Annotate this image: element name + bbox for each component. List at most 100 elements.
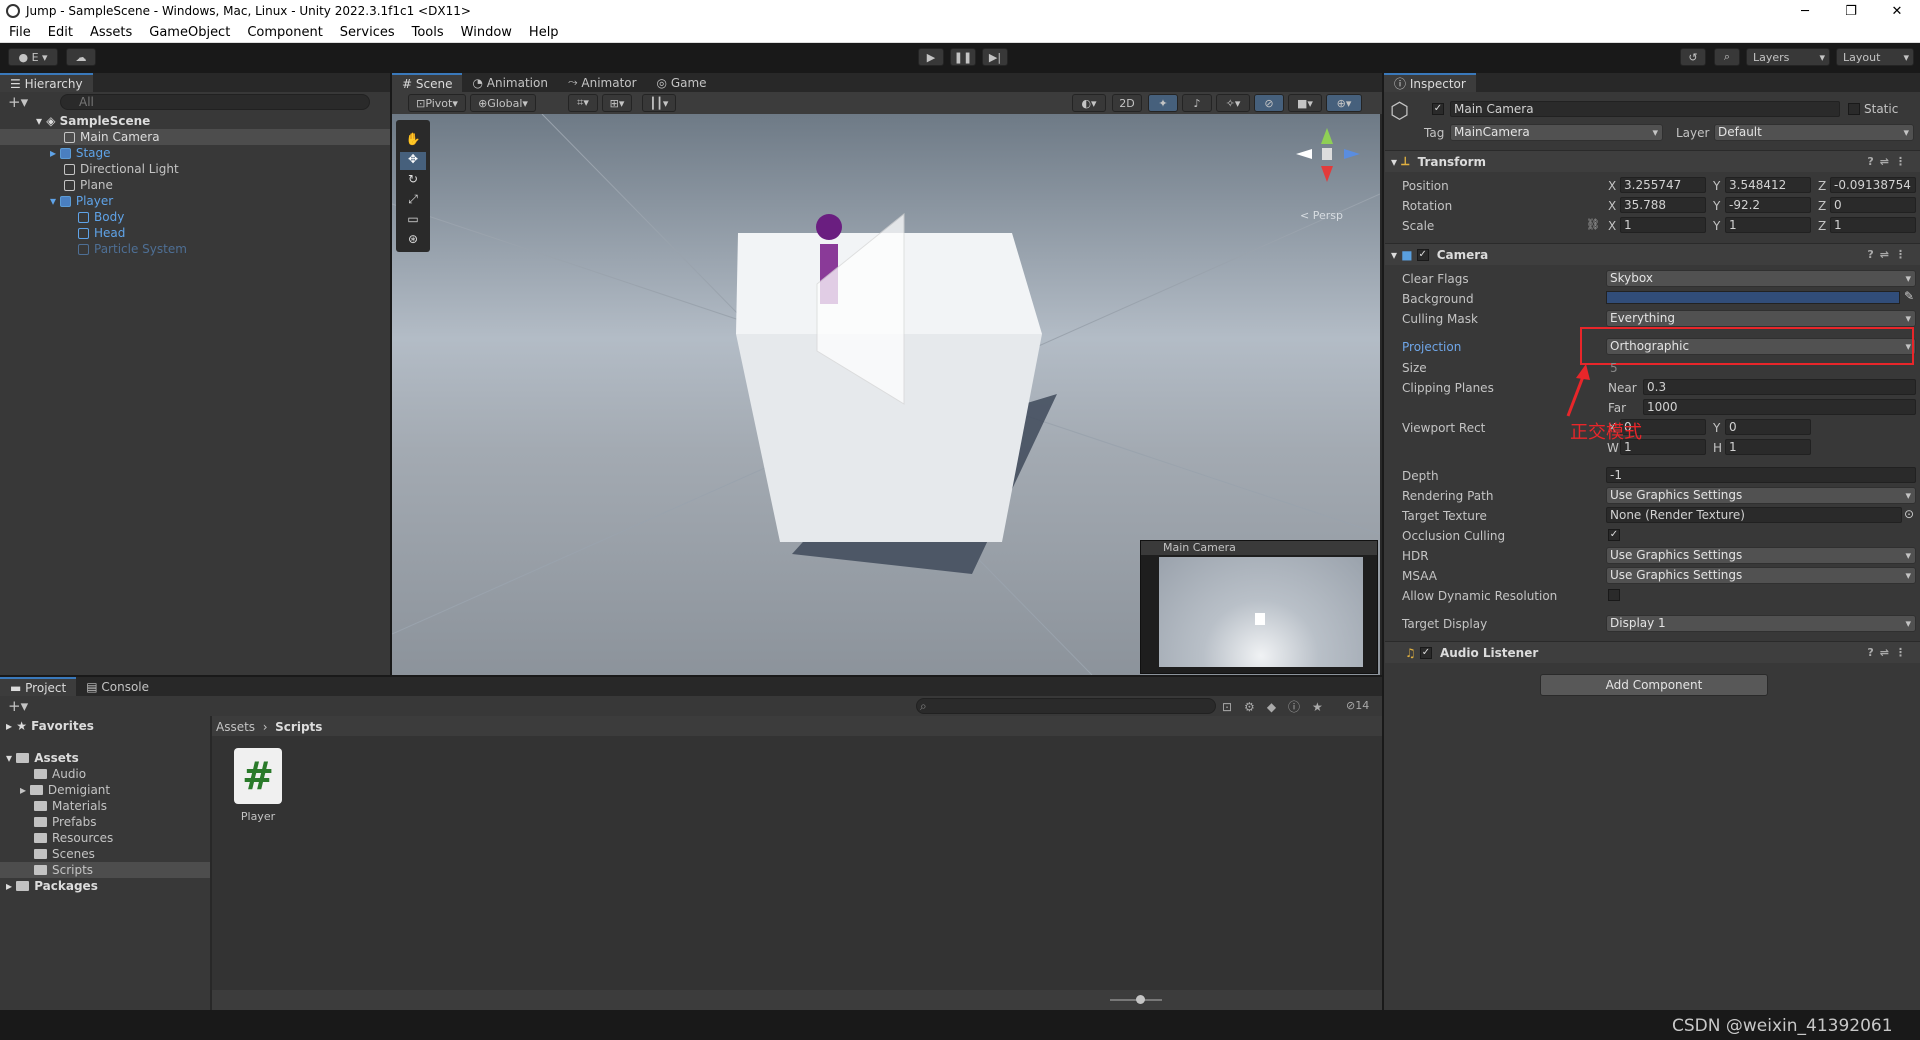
audio-listener-header[interactable]: ♫ ✓ Audio Listener ?⇌⋮ bbox=[1385, 641, 1920, 663]
packages-root[interactable]: ▸ Packages bbox=[6, 878, 98, 894]
scale-y-field[interactable]: 1 bbox=[1725, 217, 1811, 233]
add-icon[interactable]: +▾ bbox=[8, 93, 28, 111]
folder-demigiant[interactable]: ▸ Demigiant bbox=[20, 782, 110, 798]
link-icon[interactable]: ⛓ bbox=[1586, 218, 1600, 231]
menu-gameobject[interactable]: GameObject bbox=[140, 25, 238, 40]
file-label-player[interactable]: Player bbox=[228, 810, 288, 823]
add-component-button[interactable]: Add Component bbox=[1540, 674, 1768, 696]
snap-increment-button[interactable]: ⊞▾ bbox=[602, 94, 632, 112]
search-button[interactable]: ⌕ bbox=[1714, 48, 1740, 66]
hierarchy-search-input[interactable]: All bbox=[60, 94, 370, 110]
scale-tool-icon[interactable]: ⤢ bbox=[400, 192, 426, 210]
rendering-path-dropdown[interactable]: Use Graphics Settings bbox=[1606, 487, 1916, 504]
pause-button[interactable]: ❚❚ bbox=[950, 48, 976, 66]
play-button[interactable]: ▶ bbox=[918, 48, 944, 66]
scene-root[interactable]: ▾ ◈ SampleScene bbox=[36, 113, 150, 129]
menu-file[interactable]: File bbox=[0, 25, 39, 40]
static-checkbox[interactable] bbox=[1848, 103, 1860, 115]
ruler-button[interactable]: ┃┃▾ bbox=[642, 94, 676, 112]
folder-scripts[interactable]: Scripts bbox=[0, 862, 210, 878]
visibility-toggle[interactable]: ⊘ bbox=[1254, 94, 1284, 112]
active-checkbox[interactable]: ✓ bbox=[1432, 103, 1444, 115]
hierarchy-item-plane[interactable]: Plane bbox=[64, 177, 113, 193]
audio-toggle[interactable]: ♪ bbox=[1182, 94, 1212, 112]
pivot-dropdown[interactable]: ⊡ Pivot ▾ bbox=[408, 94, 466, 112]
tab-scene[interactable]: # Scene bbox=[392, 73, 463, 92]
breadcrumb-scripts[interactable]: Scripts bbox=[275, 720, 322, 734]
perspective-label[interactable]: < Persp bbox=[1300, 209, 1343, 222]
draw-mode-button[interactable]: ◐▾ bbox=[1072, 94, 1106, 112]
menu-window[interactable]: Window bbox=[452, 25, 520, 40]
hierarchy-item-main-camera[interactable]: Main Camera bbox=[0, 129, 390, 145]
eyedropper-icon[interactable]: ✎ bbox=[1904, 289, 1914, 303]
folder-audio[interactable]: Audio bbox=[34, 766, 86, 782]
menu-tools[interactable]: Tools bbox=[403, 25, 452, 40]
menu-component[interactable]: Component bbox=[238, 25, 330, 40]
hierarchy-item-stage[interactable]: ▸ Stage bbox=[50, 145, 111, 161]
hierarchy-item-body[interactable]: Body bbox=[78, 209, 124, 225]
layout-dropdown[interactable]: Layout ▾ bbox=[1836, 48, 1914, 66]
lighting-toggle[interactable]: ✦ bbox=[1148, 94, 1178, 112]
camera-enabled-checkbox[interactable]: ✓ bbox=[1416, 248, 1429, 261]
menu-edit[interactable]: Edit bbox=[39, 25, 81, 40]
tab-inspector[interactable]: ⓘ Inspector bbox=[1384, 73, 1476, 92]
project-search-input[interactable]: ⌕ bbox=[916, 698, 1216, 714]
background-color-swatch[interactable] bbox=[1606, 291, 1900, 304]
position-y-field[interactable]: 3.548412 bbox=[1725, 177, 1811, 193]
hierarchy-item-directional-light[interactable]: Directional Light bbox=[64, 161, 179, 177]
hand-tool-icon[interactable]: ✋ bbox=[400, 132, 426, 150]
depth-field[interactable]: -1 bbox=[1606, 467, 1916, 483]
layer-dropdown[interactable]: Default bbox=[1714, 124, 1914, 141]
tab-hierarchy[interactable]: ☰ Hierarchy bbox=[0, 73, 93, 92]
rotate-tool-icon[interactable]: ↻ bbox=[400, 172, 426, 190]
scale-z-field[interactable]: 1 bbox=[1830, 217, 1916, 233]
transform-header[interactable]: ▾ ⟂ Transform ?⇌⋮ bbox=[1385, 150, 1920, 172]
camera-settings-dropdown[interactable]: ■▾ bbox=[1288, 94, 1322, 112]
effects-dropdown[interactable]: ✧▾ bbox=[1216, 94, 1250, 112]
camera-header[interactable]: ▾ ■ ✓ Camera ?⇌⋮ bbox=[1385, 243, 1920, 265]
minimize-button[interactable]: ─ bbox=[1782, 0, 1828, 22]
2d-toggle[interactable]: 2D bbox=[1112, 94, 1142, 112]
gizmos-dropdown[interactable]: ⊕▾ bbox=[1326, 94, 1362, 112]
global-dropdown[interactable]: ⊕ Global ▾ bbox=[470, 94, 536, 112]
near-field[interactable]: 0.3 bbox=[1643, 379, 1916, 395]
layers-dropdown[interactable]: Layers ▾ bbox=[1746, 48, 1830, 66]
tag-dropdown[interactable]: MainCamera bbox=[1450, 124, 1663, 141]
hidden-count[interactable]: ⊘14 bbox=[1346, 699, 1369, 712]
tab-console[interactable]: ▤ Console bbox=[76, 677, 160, 696]
component-menu-icons[interactable]: ?⇌⋮ bbox=[1867, 248, 1912, 261]
component-menu-icons[interactable]: ?⇌⋮ bbox=[1867, 155, 1912, 168]
maximize-button[interactable]: ❐ bbox=[1828, 0, 1874, 22]
zoom-slider-handle[interactable] bbox=[1136, 995, 1145, 1004]
folder-materials[interactable]: Materials bbox=[34, 798, 107, 814]
cloud-button[interactable]: ☁ bbox=[66, 48, 96, 66]
hierarchy-item-player[interactable]: ▾ Player bbox=[50, 193, 113, 209]
viewport-h-field[interactable]: 1 bbox=[1725, 439, 1811, 455]
hierarchy-item-head[interactable]: Head bbox=[78, 225, 125, 241]
tab-animation[interactable]: ◔ Animation bbox=[462, 73, 558, 92]
far-field[interactable]: 1000 bbox=[1643, 399, 1916, 415]
assets-root[interactable]: ▾ Assets bbox=[6, 750, 79, 766]
menu-assets[interactable]: Assets bbox=[81, 25, 140, 40]
grid-snap-button[interactable]: ⌗▾ bbox=[568, 94, 598, 112]
breadcrumb-assets[interactable]: Assets bbox=[216, 720, 255, 734]
favorites-item[interactable]: ▸ ★ Favorites bbox=[6, 718, 94, 734]
tab-animator[interactable]: ⤳ Animator bbox=[557, 73, 647, 92]
csharp-script-icon[interactable]: # bbox=[234, 748, 282, 804]
rect-tool-icon[interactable]: ▭ bbox=[400, 212, 426, 230]
msaa-dropdown[interactable]: Use Graphics Settings bbox=[1606, 567, 1916, 584]
tab-game[interactable]: ◎ Game bbox=[646, 73, 717, 92]
move-tool-icon[interactable]: ✥ bbox=[400, 152, 426, 170]
viewport-y-field[interactable]: 0 bbox=[1725, 419, 1811, 435]
menu-services[interactable]: Services bbox=[331, 25, 403, 40]
account-button[interactable]: ● E ▾ bbox=[8, 48, 58, 66]
rotation-z-field[interactable]: 0 bbox=[1830, 197, 1916, 213]
orientation-gizmo-icon[interactable] bbox=[1282, 124, 1372, 204]
scene-viewport[interactable]: ✋ ✥ ↻ ⤢ ▭ ⊛ < Persp Main Camera bbox=[392, 114, 1380, 675]
position-x-field[interactable]: 3.255747 bbox=[1620, 177, 1706, 193]
rotation-y-field[interactable]: -92.2 bbox=[1725, 197, 1811, 213]
object-name-input[interactable]: Main Camera bbox=[1450, 101, 1840, 117]
folder-resources[interactable]: Resources bbox=[34, 830, 113, 846]
position-z-field[interactable]: -0.09138754 bbox=[1830, 177, 1916, 193]
transform-tool-icon[interactable]: ⊛ bbox=[400, 232, 426, 250]
